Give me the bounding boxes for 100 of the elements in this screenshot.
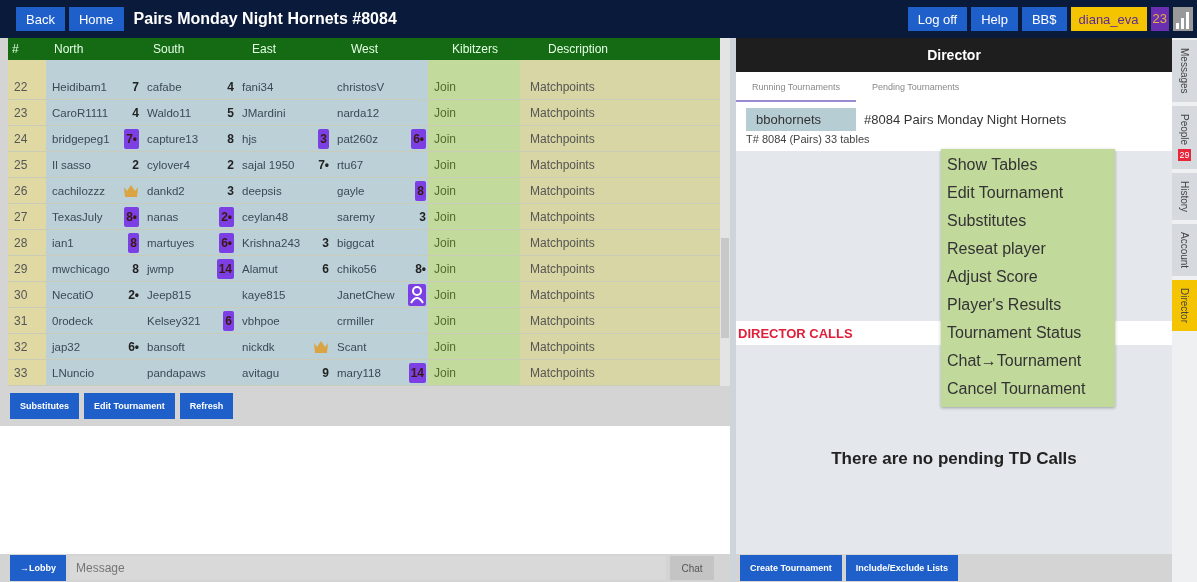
player-name[interactable]: Scant <box>337 340 367 353</box>
rank-badge: 6• <box>411 128 426 149</box>
side-tab[interactable]: Account <box>1172 223 1197 276</box>
table-number: 25 <box>8 152 46 177</box>
rank-label: 8 <box>132 261 139 276</box>
player-name[interactable]: Il sasso <box>52 158 91 171</box>
username-button[interactable]: diana_eva <box>1070 7 1147 31</box>
join-link[interactable]: Join <box>428 204 520 229</box>
player-name[interactable]: Heidibam1 <box>52 80 107 93</box>
player-name[interactable]: jwmp <box>147 262 174 275</box>
column-header: # <box>11 42 20 56</box>
action-button[interactable]: Create Tournament <box>740 555 842 581</box>
rank-badge: 6 <box>223 310 234 331</box>
action-button[interactable]: Include/Exclude Lists <box>845 555 958 581</box>
chat-button[interactable]: Chat <box>670 556 714 580</box>
player-name[interactable]: nanas <box>147 210 179 223</box>
menu-button[interactable]: Help <box>971 7 1018 31</box>
player-name[interactable]: Krishna243 <box>242 236 301 249</box>
player-name[interactable]: gayle <box>337 184 365 197</box>
menu-item[interactable]: Edit Tournament <box>947 179 1115 207</box>
nav-button[interactable]: Home <box>68 7 124 31</box>
table-number: 31 <box>8 308 46 333</box>
join-link[interactable]: Join <box>428 308 520 333</box>
join-link[interactable]: Join <box>428 282 520 307</box>
player-name[interactable]: Waldo11 <box>147 106 192 119</box>
player-name[interactable]: TexasJuly <box>52 210 103 223</box>
bars-icon[interactable] <box>1173 7 1193 31</box>
join-link[interactable]: Join <box>428 74 520 99</box>
player-name[interactable]: CaroR1111 <box>52 106 109 119</box>
side-tab[interactable]: Messages <box>1172 40 1197 102</box>
action-button[interactable]: Substitutes <box>10 393 79 419</box>
player-name[interactable]: bridgepeg1 <box>52 132 110 145</box>
action-button[interactable]: Refresh <box>179 393 234 419</box>
join-link[interactable]: Join <box>428 230 520 255</box>
join-link[interactable]: Join <box>428 256 520 281</box>
player-name[interactable]: rtu67 <box>337 158 364 171</box>
join-link[interactable]: Join <box>428 152 520 177</box>
menu-button[interactable]: Log off <box>907 7 968 31</box>
tab[interactable]: Running Tournaments <box>736 74 856 102</box>
menu-item[interactable]: Show Tables <box>947 151 1115 179</box>
rank-badge: 7• <box>124 128 139 149</box>
player-name[interactable]: mwchicago <box>52 262 110 275</box>
table-number: 22 <box>8 74 46 99</box>
player-name[interactable]: cafabe <box>147 80 182 93</box>
join-link[interactable]: Join <box>428 334 520 359</box>
column-header: Kibitzers <box>451 42 499 56</box>
menu-item[interactable]: Reseat player <box>947 235 1115 263</box>
rank-label: 3 <box>322 235 329 250</box>
tournament-name[interactable]: #8084 Pairs Monday Night Hornets <box>864 112 1067 127</box>
menu-item[interactable]: Chat→Tournament <box>947 347 1115 375</box>
side-tab[interactable]: Director <box>1172 280 1197 331</box>
rank-label: 6 <box>322 261 329 276</box>
join-link[interactable]: Join <box>428 100 520 125</box>
player-name[interactable]: pat260z <box>337 132 378 145</box>
player-name[interactable]: martuyes <box>147 236 195 249</box>
menu-button[interactable]: BB$ <box>1021 7 1067 31</box>
table-cell: Matchpoints <box>520 360 720 385</box>
menu-item[interactable]: Substitutes <box>947 207 1115 235</box>
player-name[interactable]: mary118 <box>337 366 381 379</box>
table-cell: Matchpoints <box>520 282 720 307</box>
player-name[interactable]: NecatiO <box>52 288 94 301</box>
player-name[interactable]: fani34 <box>242 80 274 93</box>
join-link[interactable]: Join <box>428 360 520 385</box>
menu-item[interactable]: Tournament Status <box>947 319 1115 347</box>
player-name[interactable]: nickdk <box>242 340 275 353</box>
action-button[interactable]: Edit Tournament <box>84 393 175 419</box>
host-label[interactable]: bbohornets <box>746 108 856 131</box>
player-name[interactable]: dankd2 <box>147 184 185 197</box>
player-name[interactable]: hjs <box>242 132 257 145</box>
player-name[interactable]: ian1 <box>52 236 74 249</box>
rank-badge: 8• <box>124 206 139 227</box>
player-name[interactable]: Alamut <box>242 262 278 275</box>
table-cell: Matchpoints <box>520 178 720 203</box>
side-tab[interactable]: People 29 <box>1172 105 1197 169</box>
table-number: 26 <box>8 178 46 203</box>
player-name[interactable]: Kelsey321 <box>147 314 201 327</box>
join-link[interactable]: Join <box>428 126 520 151</box>
message-field[interactable]: Message <box>70 556 666 580</box>
player-name[interactable]: saremy <box>337 210 375 223</box>
player-name[interactable]: chiko56 <box>337 262 377 275</box>
player-name[interactable]: sajal 1950 <box>242 158 295 171</box>
menu-item[interactable]: Adjust Score <box>947 263 1115 291</box>
player-name[interactable]: cylover4 <box>147 158 190 171</box>
side-tab[interactable]: History <box>1172 172 1197 220</box>
player-name[interactable]: avitagu <box>242 366 280 379</box>
rank-label: 3 <box>227 183 234 198</box>
player-name[interactable]: capture13 <box>147 132 199 145</box>
nav-button[interactable]: Back <box>16 7 65 31</box>
menu-item[interactable]: Player's Results <box>947 291 1115 319</box>
join-link[interactable]: Join <box>428 178 520 203</box>
rank-label: 9 <box>322 365 329 380</box>
channel-button[interactable]: →Lobby <box>10 555 66 581</box>
tab[interactable]: Pending Tournaments <box>855 74 976 102</box>
menu-item[interactable]: Cancel Tournament <box>947 375 1115 403</box>
player-name[interactable]: jap32 <box>52 340 81 353</box>
scrollbar[interactable] <box>720 38 730 386</box>
rank-badge: 8 <box>415 180 426 201</box>
column-header: West <box>350 42 380 56</box>
count-badge: 29 <box>1178 148 1191 161</box>
rank-badge: 3 <box>318 128 329 149</box>
